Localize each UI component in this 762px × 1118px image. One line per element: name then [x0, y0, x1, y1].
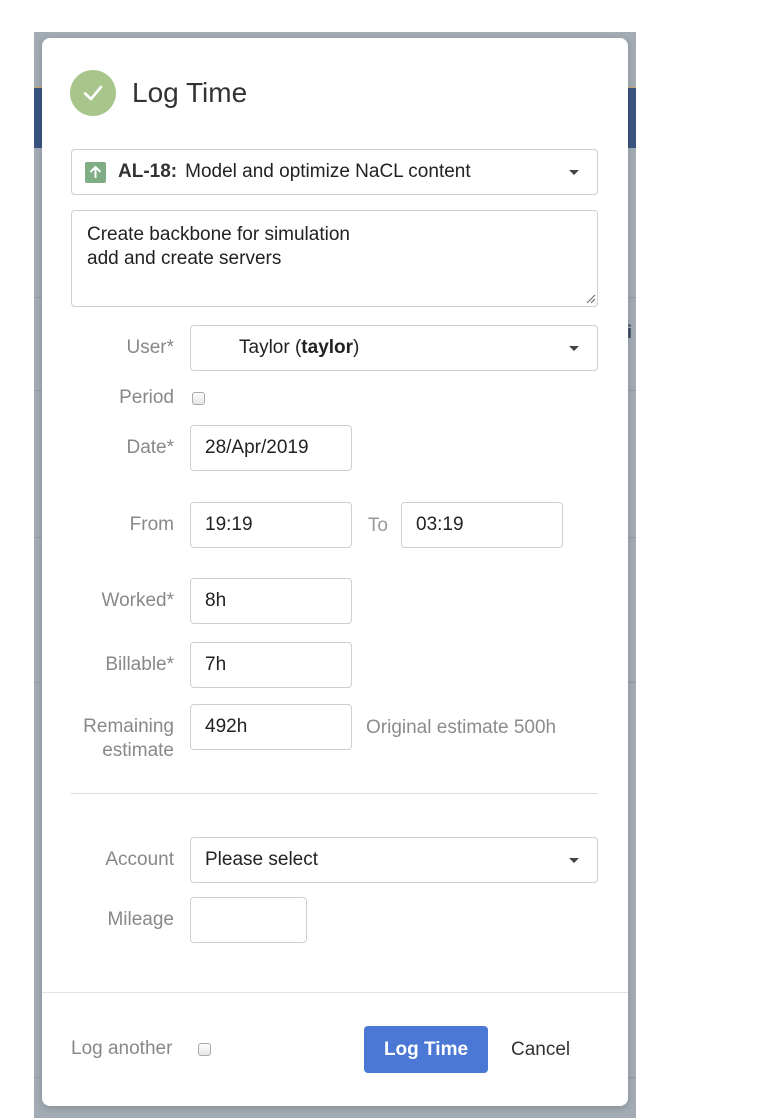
billable-input[interactable]: 7h: [190, 642, 352, 688]
log-time-dialog: Log Time AL-18: Model and optimize NaCL …: [42, 38, 628, 1106]
section-divider: [71, 793, 598, 794]
worked-input[interactable]: 8h: [190, 578, 352, 624]
issue-key: AL-18:: [118, 161, 178, 182]
issue-select[interactable]: AL-18: Model and optimize NaCL content: [71, 149, 598, 195]
dialog-title: Log Time: [132, 77, 248, 108]
chevron-down-icon: [569, 346, 579, 351]
arrow-up-icon: [85, 161, 106, 183]
account-selected-value: Please select: [205, 849, 319, 870]
mileage-input[interactable]: [190, 897, 307, 943]
log-time-button[interactable]: Log Time: [364, 1026, 488, 1073]
date-input[interactable]: 28/Apr/2019: [190, 425, 352, 471]
user-username: taylor: [301, 337, 354, 358]
account-label: Account: [105, 849, 174, 870]
to-time-input[interactable]: 03:19: [401, 502, 563, 548]
chevron-down-icon: [569, 170, 579, 175]
account-select[interactable]: Please select: [190, 837, 598, 883]
date-label: Date*: [126, 437, 174, 458]
check-circle-icon: [70, 70, 116, 116]
to-label: To: [367, 515, 388, 536]
billable-label: Billable*: [105, 654, 174, 675]
log-another-checkbox[interactable]: [198, 1043, 211, 1056]
remaining-estimate-input[interactable]: 492h: [190, 704, 352, 750]
issue-summary: Model and optimize NaCL content: [185, 161, 471, 182]
worked-label: Worked*: [101, 590, 174, 611]
original-estimate-hint: Original estimate 500h: [366, 717, 557, 738]
from-label: From: [129, 514, 174, 535]
footer-divider: [42, 992, 628, 993]
user-suffix: ): [353, 337, 360, 358]
remaining-label-line1: Remaining: [83, 716, 174, 737]
cancel-button[interactable]: Cancel: [505, 1026, 576, 1073]
mileage-label: Mileage: [107, 909, 174, 930]
resize-handle-icon[interactable]: [584, 292, 596, 304]
remaining-label-line2: estimate: [102, 740, 174, 761]
log-another-label: Log another: [71, 1038, 173, 1059]
period-checkbox[interactable]: [192, 392, 205, 405]
user-select[interactable]: Taylor (taylor): [190, 325, 598, 371]
user-display-name: Taylor (: [239, 337, 302, 358]
period-label: Period: [119, 387, 174, 408]
dialog-header: Log Time: [70, 70, 247, 116]
chevron-down-icon: [569, 858, 579, 863]
user-label: User*: [126, 337, 174, 358]
description-textarea[interactable]: Create backbone for simulation add and c…: [71, 210, 598, 307]
